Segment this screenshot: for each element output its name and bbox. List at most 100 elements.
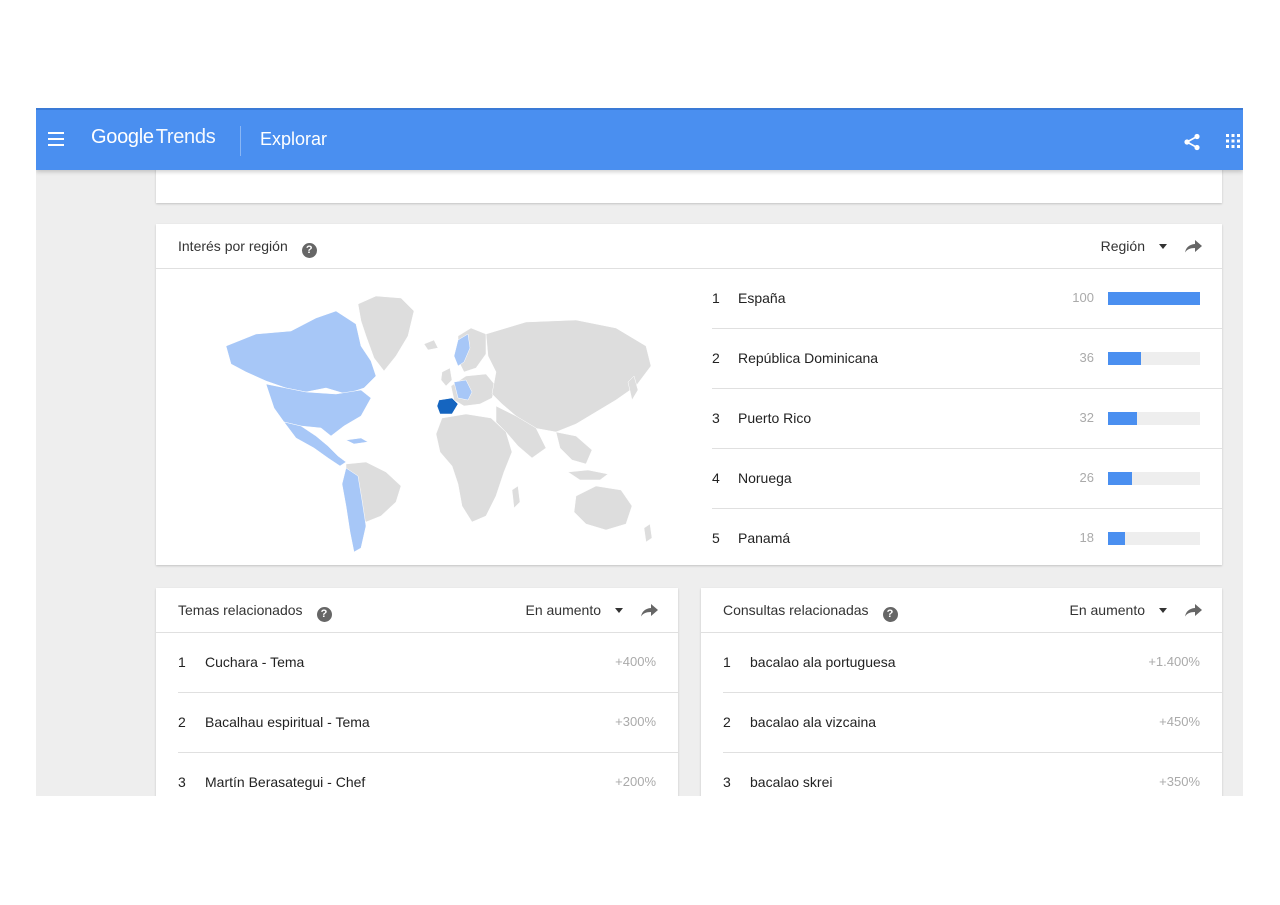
region-row[interactable]: 1 España 100 [712, 269, 1222, 329]
topics-title-text: Temas relacionados [178, 602, 303, 618]
region-bar-track [1108, 292, 1200, 305]
topic-rank: 3 [178, 774, 186, 790]
region-rank: 3 [712, 410, 720, 426]
topics-filter-label: En aumento [525, 602, 602, 618]
query-row[interactable]: 3 bacalao skrei +350% [723, 753, 1222, 796]
help-icon[interactable]: ? [882, 607, 898, 622]
region-bar-track [1108, 352, 1200, 365]
query-change: +450% [1159, 714, 1200, 729]
apps-icon[interactable] [1226, 134, 1240, 148]
query-row[interactable]: 1 bacalao ala portuguesa +1.400% [723, 633, 1222, 693]
share-forward-icon[interactable] [1185, 239, 1202, 253]
query-change: +1.400% [1148, 654, 1200, 669]
help-icon[interactable]: ? [316, 607, 332, 622]
region-bar-track [1108, 532, 1200, 545]
region-row[interactable]: 4 Noruega 26 [712, 449, 1222, 509]
map-uk [440, 367, 453, 387]
topic-row[interactable]: 3 Martín Berasategui - Chef +200% [178, 753, 678, 796]
query-rank: 1 [723, 654, 731, 670]
region-name: República Dominicana [738, 350, 879, 366]
top-app-bar: Google Trends Explorar [36, 108, 1243, 170]
queries-filter-label: En aumento [1069, 602, 1146, 618]
topic-rank: 2 [178, 714, 186, 730]
google-trends-logo[interactable]: Google Trends [91, 126, 216, 149]
region-card-title: Interés por región? [178, 238, 317, 258]
query-row[interactable]: 2 bacalao ala vizcaina +450% [723, 693, 1222, 753]
region-bar-fill [1108, 472, 1132, 485]
interest-by-region-card: Interés por región? Región 1 España 100 … [156, 224, 1222, 565]
caret-down-icon [615, 608, 623, 613]
region-rank: 2 [712, 350, 720, 366]
query-name: bacalao ala vizcaina [750, 714, 877, 730]
region-title-text: Interés por región [178, 238, 288, 254]
region-name: Noruega [738, 470, 792, 486]
query-rank: 2 [723, 714, 731, 730]
help-icon[interactable]: ? [301, 243, 317, 258]
share-forward-icon[interactable] [1185, 603, 1202, 617]
topic-row[interactable]: 1 Cuchara - Tema +400% [178, 633, 678, 693]
queries-card-header: Consultas relacionadas? En aumento [701, 588, 1222, 633]
map-caribbean [345, 437, 369, 445]
map-north-america-north [225, 310, 377, 395]
region-card-header: Interés por región? Región [156, 224, 1222, 269]
region-bar-fill [1108, 292, 1200, 305]
query-name: bacalao skrei [750, 774, 833, 790]
region-row[interactable]: 5 Panamá 18 [712, 509, 1222, 568]
region-value: 26 [1079, 470, 1094, 485]
topics-card-header: Temas relacionados? En aumento [156, 588, 678, 633]
map-southeast-asia [555, 431, 593, 465]
topic-change: +200% [615, 774, 656, 789]
region-bar-fill [1108, 532, 1125, 545]
queries-card-title: Consultas relacionadas? [723, 602, 898, 622]
world-map[interactable] [196, 276, 666, 556]
region-bar-fill [1108, 412, 1138, 425]
queries-controls: En aumento [1069, 602, 1202, 618]
logo-google-text: Google [91, 126, 154, 148]
region-controls: Región [1101, 238, 1202, 254]
region-row[interactable]: 3 Puerto Rico 32 [712, 389, 1222, 449]
query-rank: 3 [723, 774, 731, 790]
logo-trends-text: Trends [155, 126, 216, 148]
region-rank: 4 [712, 470, 720, 486]
region-bar-track [1108, 412, 1200, 425]
resolution-dropdown[interactable]: Región [1101, 238, 1167, 254]
header-divider [240, 126, 241, 156]
related-queries-card: Consultas relacionadas? En aumento 1 bac… [701, 588, 1222, 796]
topics-controls: En aumento [525, 602, 658, 618]
region-name: España [738, 290, 786, 306]
region-list: 1 España 100 2 República Dominicana 36 3… [712, 269, 1222, 568]
region-bar-track [1108, 472, 1200, 485]
share-icon[interactable] [1183, 133, 1201, 151]
caret-down-icon [1159, 244, 1167, 249]
region-value: 18 [1079, 530, 1094, 545]
region-rank: 5 [712, 530, 720, 546]
page-title: Explorar [260, 129, 328, 149]
topic-change: +400% [615, 654, 656, 669]
topic-rank: 1 [178, 654, 186, 670]
query-name: bacalao ala portuguesa [750, 654, 896, 670]
map-new-zealand [643, 523, 653, 543]
region-bar-fill [1108, 352, 1142, 365]
region-value: 36 [1079, 350, 1094, 365]
topic-row[interactable]: 2 Bacalhau espiritual - Tema +300% [178, 693, 678, 753]
map-africa [435, 413, 513, 523]
queries-title-text: Consultas relacionadas [723, 602, 869, 618]
trends-viewport: Google Trends Explorar Interés por región… [36, 108, 1243, 796]
map-madagascar [511, 485, 521, 509]
region-value: 32 [1079, 410, 1094, 425]
menu-icon[interactable] [48, 132, 64, 146]
map-iceland [423, 339, 439, 351]
map-australia [573, 485, 633, 531]
region-name: Panamá [738, 530, 791, 546]
map-indonesia [567, 469, 609, 481]
resolution-dropdown-label: Región [1100, 238, 1145, 254]
query-change: +350% [1159, 774, 1200, 789]
topics-filter-dropdown[interactable]: En aumento [525, 602, 623, 618]
share-forward-icon[interactable] [641, 603, 658, 617]
region-name: Puerto Rico [738, 410, 812, 426]
region-value: 100 [1072, 290, 1094, 305]
topic-change: +300% [615, 714, 656, 729]
queries-filter-dropdown[interactable]: En aumento [1069, 602, 1167, 618]
topics-card-title: Temas relacionados? [178, 602, 332, 622]
region-row[interactable]: 2 República Dominicana 36 [712, 329, 1222, 389]
